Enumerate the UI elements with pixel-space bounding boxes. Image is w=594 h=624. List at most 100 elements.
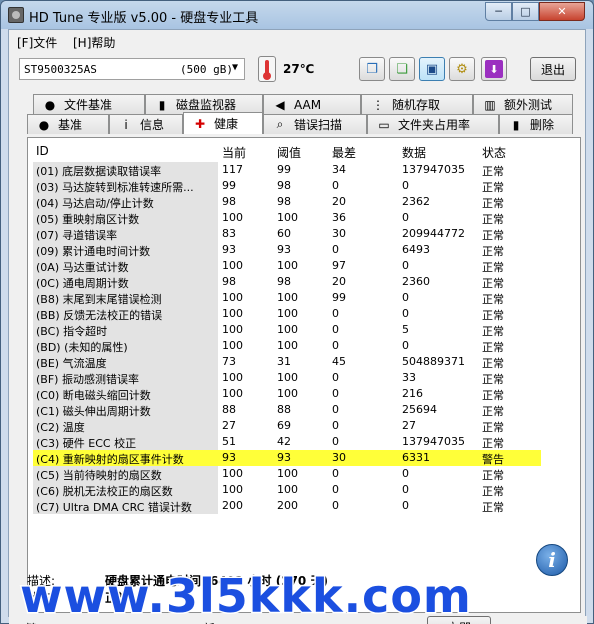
table-row[interactable]: (03) 马达旋转到标准转速所需... 99 98 0 0 正常: [33, 178, 541, 194]
table-header: ID 当前 阈值 最差 数据 状态: [33, 140, 541, 160]
cell-data: 27: [402, 419, 416, 432]
table-row[interactable]: (BD) (未知的属性) 100 100 0 0 正常: [33, 338, 541, 354]
table-row[interactable]: (C0) 断电磁头缩回计数 100 100 0 216 正常: [33, 386, 541, 402]
header-current[interactable]: 当前: [222, 144, 246, 161]
options-button[interactable]: ⚙: [449, 57, 475, 81]
cell-status: 正常: [482, 357, 504, 370]
table-row[interactable]: (C3) 硬件 ECC 校正 51 42 0 137947035 正常: [33, 434, 541, 450]
table-row[interactable]: (BB) 反馈无法校正的错误 100 100 0 0 正常: [33, 306, 541, 322]
tab-delete[interactable]: ▮ 删除: [499, 114, 573, 134]
table-row[interactable]: (05) 重映射扇区计数 100 100 36 0 正常: [33, 210, 541, 226]
cell-current: 100: [222, 211, 243, 224]
tab-error-scan[interactable]: ⌕ 错误扫描: [263, 114, 367, 134]
cell-worst: 34: [332, 163, 346, 176]
tab-disk-monitor[interactable]: ▮ 磁盘监视器: [145, 94, 263, 114]
tab-benchmark[interactable]: ● 基准: [27, 114, 109, 134]
copy-button[interactable]: ❐: [359, 57, 385, 81]
cell-data: 0: [402, 179, 409, 192]
chevron-down-icon[interactable]: ▼: [232, 62, 238, 73]
menu-file[interactable]: [F]文件: [17, 34, 57, 51]
table-row[interactable]: (09) 累计通电时间计数 93 93 0 6493 正常: [33, 242, 541, 258]
title-bar[interactable]: HD Tune 专业版 v5.00 - 硬盘专业工具 ─ □ ✕: [1, 1, 593, 29]
table-row[interactable]: (07) 寻道错误率 83 60 30 209944772 正常: [33, 226, 541, 242]
drive-select[interactable]: ST9500325AS (500 gB) ▼: [19, 58, 245, 80]
drive-size: (500 gB): [180, 63, 233, 76]
cell-id: (C1) 磁头伸出周期计数: [33, 402, 218, 418]
temperature-readout: 27℃: [283, 62, 315, 76]
cell-worst: 0: [332, 179, 339, 192]
table-row[interactable]: (04) 马达启动/停止计数 98 98 20 2362 正常: [33, 194, 541, 210]
tab-folder-usage[interactable]: ▭ 文件夹占用率: [367, 114, 499, 134]
cell-data: 0: [402, 259, 409, 272]
minimize-button[interactable]: ─: [485, 2, 512, 21]
cell-id: (C5) 当前待映射的扇区数: [33, 466, 218, 482]
close-button[interactable]: ✕: [539, 2, 585, 21]
cell-worst: 0: [332, 339, 339, 352]
table-row[interactable]: (0A) 马达重试计数 100 100 97 0 正常: [33, 258, 541, 274]
tab-health[interactable]: ✚ 健康: [183, 112, 263, 134]
health-cross-icon: ✚: [194, 116, 206, 131]
cell-worst: 0: [332, 387, 339, 400]
benchmark-icon: ●: [38, 117, 50, 132]
table-row[interactable]: (0C) 通电周期计数 98 98 20 2360 正常: [33, 274, 541, 290]
cell-id: (BC) 指令超时: [33, 322, 218, 338]
tab-file-benchmark[interactable]: ● 文件基准: [33, 94, 145, 114]
cell-threshold: 31: [277, 355, 291, 368]
cell-status: 正常: [482, 405, 504, 418]
download-button[interactable]: ⬇: [481, 57, 507, 81]
table-row[interactable]: (B8) 末尾到末尾错误检测 100 100 99 0 正常: [33, 290, 541, 306]
extra-tests-icon: ▥: [484, 97, 496, 112]
cell-current: 100: [222, 467, 243, 480]
table-row[interactable]: (C1) 磁头伸出周期计数 88 88 0 25694 正常: [33, 402, 541, 418]
cell-current: 100: [222, 483, 243, 496]
tab-random-access[interactable]: ⋮ 随机存取: [361, 94, 473, 114]
cell-threshold: 99: [277, 163, 291, 176]
header-data[interactable]: 数据: [402, 144, 426, 161]
tab-aam[interactable]: ◀ AAM: [263, 94, 361, 114]
menu-help[interactable]: [H]帮助: [73, 34, 115, 51]
paste-button[interactable]: ❏: [389, 57, 415, 81]
header-status[interactable]: 状态: [482, 144, 506, 161]
table-row[interactable]: (C6) 脱机无法校正的扇区数 100 100 0 0 正常: [33, 482, 541, 498]
table-row[interactable]: (BF) 振动感测错误率 100 100 0 33 正常: [33, 370, 541, 386]
tab-info[interactable]: i 信息: [109, 114, 183, 134]
cell-status: 正常: [482, 501, 504, 514]
cell-threshold: 100: [277, 467, 298, 480]
cell-id: (03) 马达旋转到标准转速所需...: [33, 178, 218, 194]
cell-status: 正常: [482, 245, 504, 258]
header-id[interactable]: ID: [36, 144, 49, 158]
maximize-button[interactable]: □: [512, 2, 539, 21]
cell-id: (07) 寻道错误率: [33, 226, 218, 242]
tab-extra-tests[interactable]: ▥ 额外测试: [473, 94, 573, 114]
folder-icon: ▭: [378, 117, 390, 132]
table-row[interactable]: (BC) 指令超时 100 100 0 5 正常: [33, 322, 541, 338]
cell-threshold: 98: [277, 195, 291, 208]
cell-id: (05) 重映射扇区计数: [33, 210, 218, 226]
cell-current: 51: [222, 435, 236, 448]
cell-threshold: 100: [277, 259, 298, 272]
table-row[interactable]: (C7) Ultra DMA CRC 错误计数 200 200 0 0 正常: [33, 498, 541, 514]
thermometer-icon: [258, 56, 276, 82]
cell-threshold: 42: [277, 435, 291, 448]
cell-status: 正常: [482, 213, 504, 226]
cell-id: (B8) 末尾到末尾错误检测: [33, 290, 218, 306]
header-threshold[interactable]: 阈值: [277, 144, 301, 161]
cell-worst: 0: [332, 371, 339, 384]
table-row[interactable]: (C4) 重新映射的扇区事件计数 93 93 30 6331 警告: [33, 450, 541, 466]
header-worst[interactable]: 最差: [332, 144, 356, 161]
cell-data: 209944772: [402, 227, 465, 240]
cell-current: 100: [222, 291, 243, 304]
table-row[interactable]: (01) 底层数据读取错误率 117 99 34 137947035 正常: [33, 162, 541, 178]
cell-data: 0: [402, 339, 409, 352]
cell-status: 正常: [482, 229, 504, 242]
cell-worst: 0: [332, 419, 339, 432]
cell-current: 27: [222, 419, 236, 432]
exit-button[interactable]: 退出: [530, 57, 576, 81]
save-button[interactable]: ▣: [419, 57, 445, 81]
table-row[interactable]: (C5) 当前待映射的扇区数 100 100 0 0 正常: [33, 466, 541, 482]
table-row[interactable]: (C2) 温度 27 69 0 27 正常: [33, 418, 541, 434]
cell-data: 25694: [402, 403, 437, 416]
cell-data: 5: [402, 323, 409, 336]
cell-current: 117: [222, 163, 243, 176]
table-row[interactable]: (BE) 气流温度 73 31 45 504889371 正常: [33, 354, 541, 370]
